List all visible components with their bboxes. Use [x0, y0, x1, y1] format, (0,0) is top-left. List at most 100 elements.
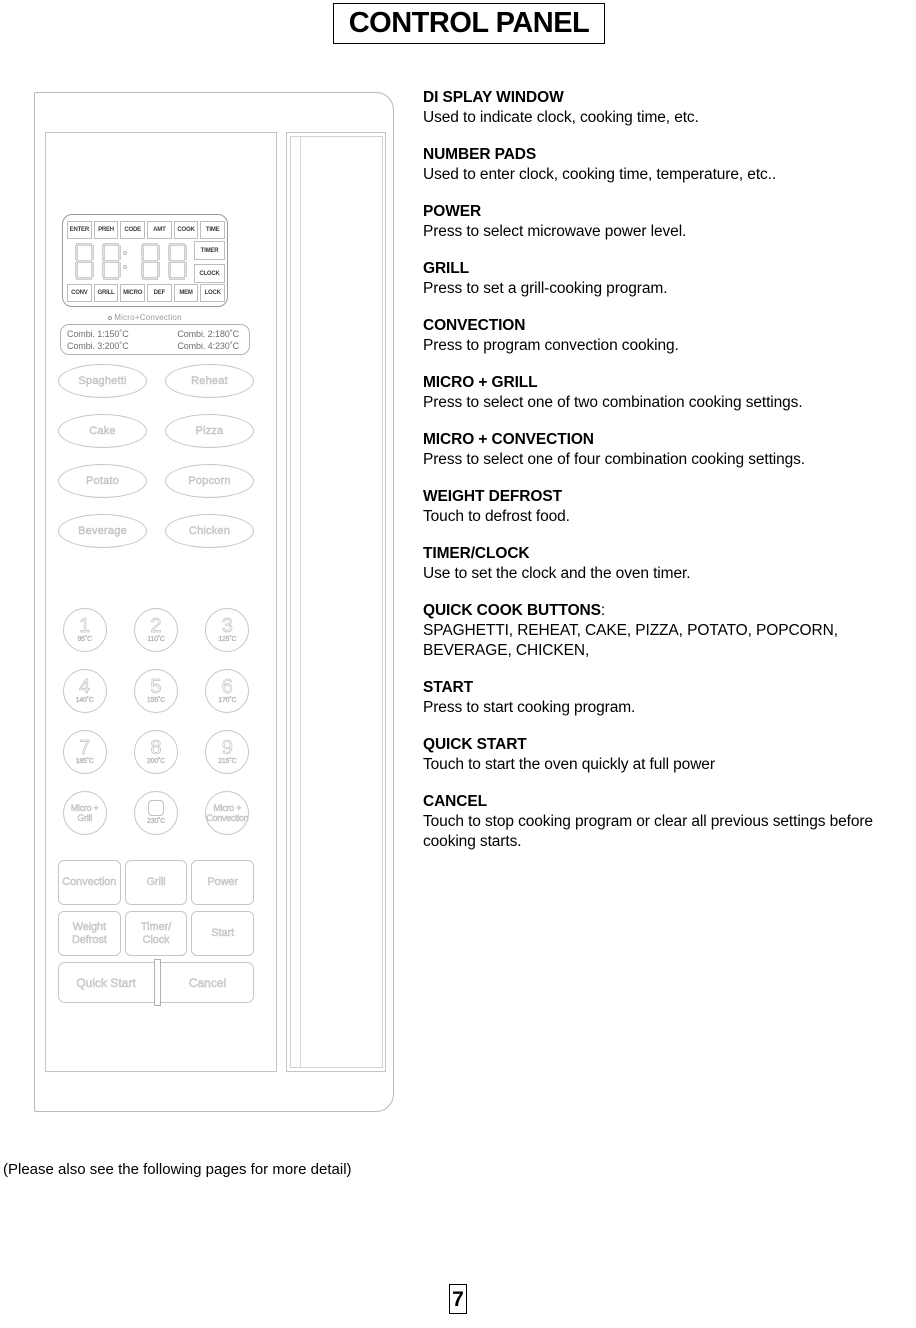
page-title: CONTROL PANEL [348, 7, 590, 39]
micro-convection-button[interactable]: Micro + Convection [205, 791, 250, 835]
micro-grill-button-label: Micro + Grill [70, 803, 99, 823]
footer-note: (Please also see the following pages for… [3, 1161, 352, 1178]
zero-glyph-icon [147, 800, 164, 816]
display-indicator-cook: COOK [173, 221, 199, 239]
number-pad-7[interactable]: 7 185˚C [62, 730, 107, 774]
display-indicator-grill: GRILL [93, 284, 119, 302]
micro-grill-button[interactable]: Micro + Grill [62, 791, 107, 835]
description-body: Used to enter clock, cooking time, tempe… [423, 166, 777, 183]
number-pad-temperature: 230˚C [146, 818, 166, 825]
display-indicator-conv: CONV [67, 284, 92, 302]
function-button-label: Weight Defrost [71, 920, 107, 946]
display-indicator-preh: PREH [93, 221, 119, 239]
cancel-button[interactable]: Cancel [161, 962, 254, 1003]
number-pad-1[interactable]: 1 95˚C [62, 608, 107, 652]
description-body: Press to start cooking program. [423, 699, 636, 716]
number-pad-digit: 7 [79, 736, 91, 759]
function-button-label: Timer/Clock [140, 920, 172, 946]
number-pad-digit: 2 [150, 614, 162, 637]
number-pad-temperature: 110˚C [147, 635, 165, 643]
quick-cook-button-potato[interactable]: Potato [58, 464, 147, 498]
display-indicator-timer: TIMER [194, 241, 225, 260]
number-pad-temperature: 170˚C [218, 696, 237, 704]
number-pad-8[interactable]: 8 200˚C [133, 730, 178, 774]
display-indicator-amt: AMT [147, 221, 172, 239]
number-pad-temperature: 125˚C [218, 635, 237, 643]
number-pad-digit: 8 [150, 736, 162, 759]
number-pad-2[interactable]: 2 110˚C [133, 608, 178, 652]
seven-segment-digit [164, 242, 189, 282]
description-block: START Press to start cooking program. [423, 678, 916, 718]
description-body: Press to select one of two combination c… [423, 394, 803, 411]
description-body: Touch to start the oven quickly at full … [423, 756, 715, 773]
description-title: TIMER/CLOCK [423, 545, 530, 562]
display-indicator-lock: LOCK [200, 284, 226, 302]
quick-cook-button-popcorn[interactable]: Popcorn [165, 464, 254, 498]
number-pad-digit: 1 [79, 614, 91, 637]
display-window: ENTERPREHCODEAMTCOOKTIME TIMERCLOC [62, 214, 228, 307]
description-title: GRILL [423, 260, 469, 277]
display-indicator-clock: CLOCK [194, 264, 225, 283]
combi-setting-3: Combi. 3:200˚C [67, 340, 129, 351]
function-button-power[interactable]: Power [191, 860, 254, 905]
quick-cook-button-spaghetti[interactable]: Spaghetti [58, 364, 147, 398]
number-pad-digit: 4 [79, 675, 91, 698]
number-pad-9[interactable]: 9 215˚C [205, 730, 250, 774]
number-pad-5[interactable]: 5 155˚C [133, 669, 178, 713]
display-colon-icon [123, 247, 128, 275]
description-block: QUICK COOK BUTTONS: SPAGHETTI, REHEAT, CA… [423, 601, 916, 661]
description-title: CONVECTION [423, 317, 526, 334]
quick-start-button[interactable]: Quick Start [58, 962, 154, 1003]
number-pad-4[interactable]: 4 140˚C [62, 669, 107, 713]
function-button-grid[interactable]: Convection Grill Power Weight Defrost Timer/C… [58, 860, 254, 956]
display-top-indicator-row: ENTER PREH CODE AMT COOK TIME [67, 221, 226, 239]
description-title: MICRO + CONVECTION [423, 431, 594, 448]
number-pad-temperature: 140˚C [75, 696, 94, 704]
function-button-start[interactable]: Start [191, 911, 254, 956]
display-digits [71, 241, 189, 283]
seven-segment-digit [137, 242, 162, 282]
number-pad-temperature: 185˚C [75, 757, 94, 765]
number-pad-3[interactable]: 3 125˚C [205, 608, 250, 652]
function-button-grill[interactable]: Grill [124, 860, 188, 905]
function-button-timer-clock[interactable]: Timer/Clock [124, 911, 188, 956]
description-title: CANCEL [423, 793, 487, 810]
description-block: WEIGHT DEFROST Touch to defrost food. [423, 487, 916, 527]
quick-cook-button-cake[interactable]: Cake [58, 414, 147, 448]
number-pad-temperature: 155˚C [146, 696, 166, 704]
description-body: Press to set a grill-cooking program. [423, 280, 668, 297]
number-pad-temperature: 200˚C [146, 757, 166, 765]
quick-cook-button-chicken[interactable]: Chicken [165, 514, 254, 548]
function-button-label: Power [207, 876, 238, 888]
number-pad-digit: 5 [150, 675, 162, 698]
description-block: QUICK START Touch to start the oven quick… [423, 735, 916, 775]
number-pad-0[interactable]: 230˚C [133, 791, 178, 835]
description-title: MICRO + GRILL [423, 374, 538, 391]
description-title: QUICK COOK BUTTONS: [423, 602, 606, 619]
description-block: DI SPLAY WINDOW Used to indicate clock, c… [423, 88, 916, 128]
number-pad-temperature: 95˚C [77, 635, 92, 643]
description-block: CONVECTION Press to program convection co… [423, 316, 916, 356]
quick-cook-button-reheat[interactable]: Reheat [165, 364, 254, 398]
description-block: MICRO + GRILL Press to select one of two … [423, 373, 916, 413]
function-button-weight-defrost[interactable]: Weight Defrost [58, 911, 121, 956]
number-pad-6[interactable]: 6 170˚C [205, 669, 250, 713]
panel-side-strip-line [300, 137, 301, 1067]
function-button-label: Convection [62, 876, 117, 888]
number-pad-grid[interactable]: 1 95˚C 2 110˚C 3 125˚C 4 140˚C 5 155˚C 6 170˚C 7 185˚… [58, 608, 254, 835]
quick-cook-button-pizza[interactable]: Pizza [165, 414, 254, 448]
description-body: Touch to stop cooking program or clear a… [423, 813, 873, 850]
description-title: POWER [423, 203, 482, 220]
quick-cook-button-grid[interactable]: Spaghetti Reheat Cake Pizza Potato Popcorn Bev… [58, 364, 254, 548]
quick-start-cancel-bar[interactable]: Quick Start Cancel [58, 959, 254, 1006]
description-block: NUMBER PADS Used to enter clock, cooking … [423, 145, 916, 185]
combi-setting-4: Combi. 4:230˚C [177, 340, 239, 351]
display-indicator-mem: MEM [173, 284, 199, 302]
description-title: DI SPLAY WINDOW [423, 89, 564, 106]
description-title: WEIGHT DEFROST [423, 488, 562, 505]
quick-cook-button-beverage[interactable]: Beverage [58, 514, 147, 548]
display-indicator-enter: ENTER [67, 221, 92, 239]
display-bottom-indicator-row: CONV GRILL MICRO DEF MEM LOCK [67, 284, 226, 302]
function-button-convection[interactable]: Convection [58, 860, 121, 905]
description-block: MICRO + CONVECTION Press to select one of… [423, 430, 916, 470]
